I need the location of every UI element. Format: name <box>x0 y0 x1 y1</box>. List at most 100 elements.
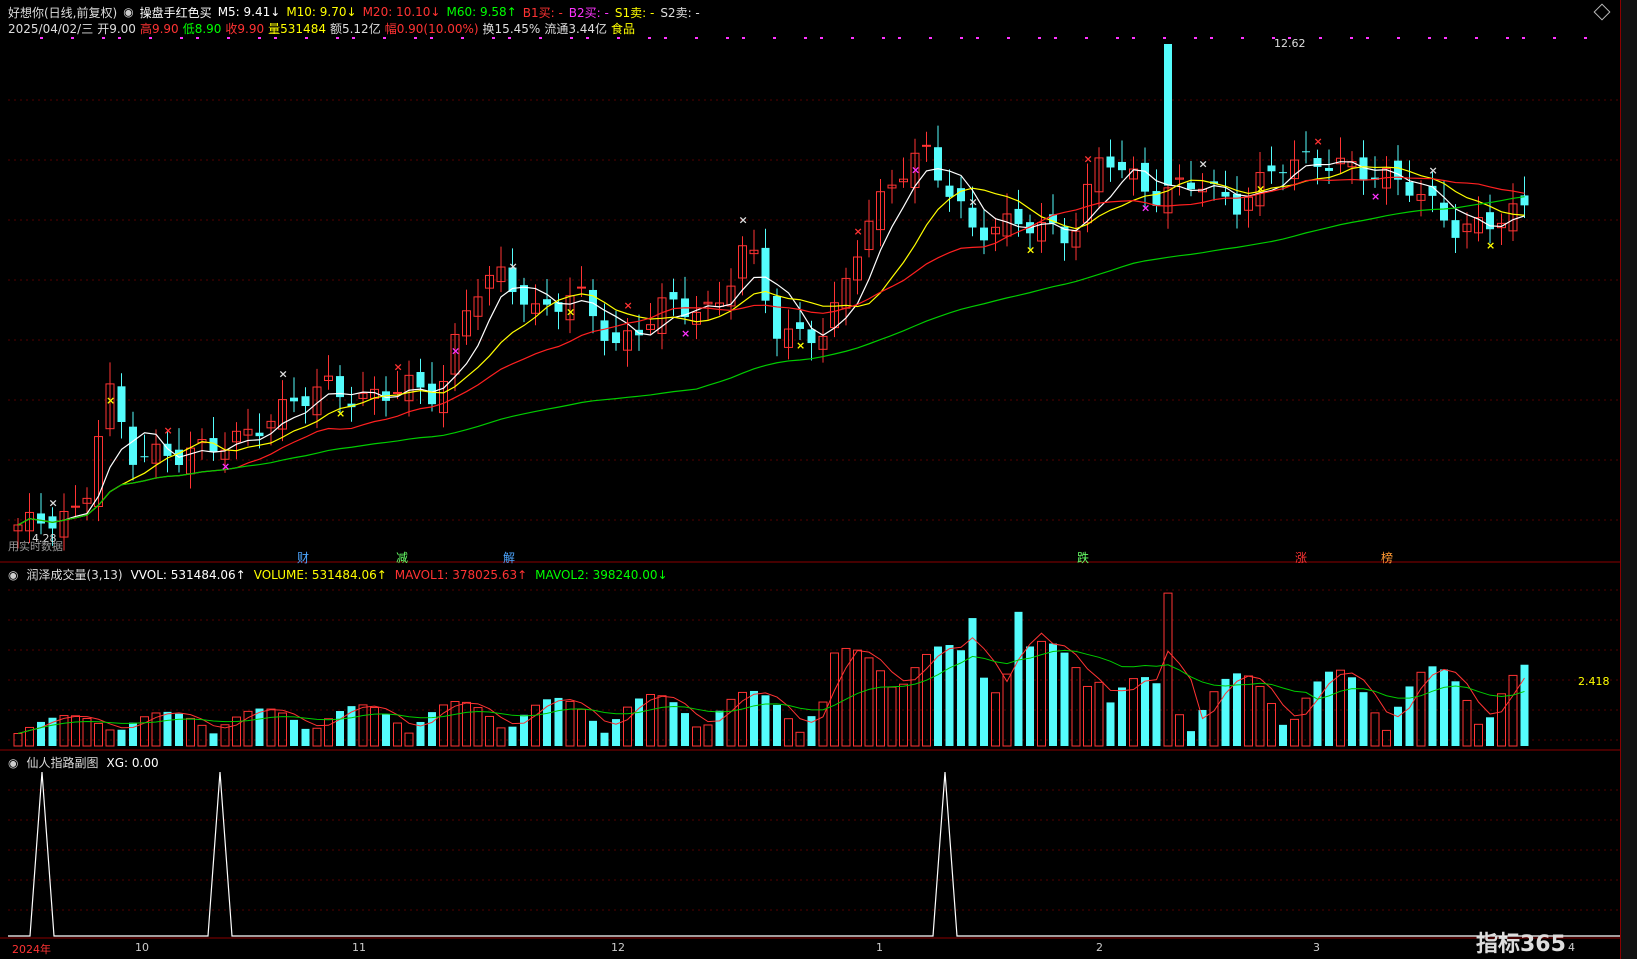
marker-bang[interactable]: 榜 <box>1381 549 1393 566</box>
volume-bar <box>1486 717 1494 746</box>
volume-bar <box>657 695 667 747</box>
signal-cross: × <box>1486 239 1495 252</box>
volume-bar <box>1279 724 1287 746</box>
volume-bar <box>750 690 758 746</box>
ma60-line <box>17 196 1525 526</box>
volume-bar <box>1474 723 1483 747</box>
signal-dot <box>352 37 355 39</box>
settings-icon[interactable]: ◉ <box>8 756 18 770</box>
volume-panel-title[interactable]: 润泽成交量(3,13) <box>26 566 122 583</box>
signal-dot <box>1506 37 1509 39</box>
signal-dot <box>461 37 464 39</box>
date-label-10: 10 <box>135 941 149 954</box>
signal-dot <box>1116 37 1119 39</box>
signal-dot <box>742 37 745 39</box>
volume-bar <box>991 692 1000 747</box>
signal-dot <box>1210 37 1213 39</box>
volume-bar <box>1520 664 1529 746</box>
signal-dot <box>1428 37 1431 39</box>
signal-dot <box>539 37 542 39</box>
signal-dot <box>1132 37 1135 39</box>
signal-dot <box>882 37 885 39</box>
volume-bar <box>1198 709 1207 746</box>
settings-icon[interactable]: ◉ <box>8 568 18 582</box>
xg-panel-title[interactable]: 仙人指路副图 <box>26 754 98 771</box>
signal-cross: × <box>1314 135 1323 148</box>
volume-bar <box>82 717 92 747</box>
marker-cai[interactable]: 财 <box>297 549 309 566</box>
volume-bar <box>565 700 575 747</box>
volume-bar <box>795 731 805 747</box>
signal-dot <box>149 37 152 39</box>
volume-bar <box>520 714 528 746</box>
volume-bar <box>393 722 402 747</box>
candle-body <box>1106 156 1115 168</box>
volume-bar <box>117 729 126 746</box>
volume-bar <box>554 697 563 746</box>
signal-dot <box>773 37 776 39</box>
volume-bar <box>1451 681 1460 746</box>
volume-bar <box>887 686 897 747</box>
signal-dot <box>196 37 199 39</box>
signal-cross: × <box>451 344 460 357</box>
signal-dot <box>508 37 511 39</box>
candle-body <box>922 144 931 147</box>
candle-body <box>140 456 149 458</box>
signal-dot <box>1475 37 1478 39</box>
volume-bar <box>59 715 69 747</box>
kline-chart[interactable]: × × × × × × × × × × × × × × × × × × × × × × × × × × <box>0 0 1620 959</box>
volume-bar <box>1508 674 1518 747</box>
signal-dot <box>1397 37 1400 39</box>
volume-bar <box>600 732 609 746</box>
candle-body <box>934 147 942 181</box>
signal-dot <box>960 37 963 39</box>
signal-cross: × <box>1199 157 1208 170</box>
volume-bar <box>681 713 689 746</box>
right-scrollbar[interactable] <box>1620 0 1637 959</box>
signal-dot <box>929 37 932 39</box>
volume-bar <box>934 646 942 746</box>
volume-bar <box>301 728 310 746</box>
marker-zhang[interactable]: 涨 <box>1295 549 1307 566</box>
date-label-3: 3 <box>1313 941 1320 954</box>
signal-dot <box>102 37 105 39</box>
candle-body <box>1267 165 1276 172</box>
marker-jian[interactable]: 减 <box>396 549 408 566</box>
high-price-label: 12.62 <box>1274 37 1306 50</box>
volume-bar <box>876 670 885 747</box>
signal-dot <box>851 37 854 39</box>
volume-bar <box>1209 691 1219 747</box>
volume-bar <box>669 702 678 746</box>
candle-body <box>669 292 678 300</box>
volume-bar <box>1497 693 1506 747</box>
volume-bar <box>1440 669 1448 746</box>
signal-dot <box>274 37 277 39</box>
ma5-line <box>17 161 1525 526</box>
signal-cross: × <box>854 225 863 238</box>
candle-body <box>301 396 310 407</box>
candle-body <box>807 329 816 344</box>
date-label-4: 4 <box>1568 941 1575 954</box>
signal-dot <box>492 37 495 39</box>
candle-body <box>1451 220 1460 238</box>
signal-cross: × <box>969 196 978 209</box>
volume-bar <box>692 726 701 747</box>
signal-dot <box>1194 37 1197 39</box>
signal-dot <box>804 37 807 39</box>
volume-bar <box>324 718 333 747</box>
signal-cross: × <box>106 394 115 407</box>
volume-bar <box>485 715 494 747</box>
ma20-line <box>17 176 1525 526</box>
volume-bar <box>37 721 45 746</box>
signal-cross: × <box>509 260 518 273</box>
candle-body <box>117 386 126 422</box>
signal-dot <box>1163 37 1166 39</box>
signal-cross: × <box>911 163 920 176</box>
candle-body <box>796 322 804 329</box>
volume-value: VOLUME: 531484.06↑ <box>253 567 387 582</box>
volume-value-label: 2.418 <box>1578 675 1610 688</box>
marker-die[interactable]: 跌 <box>1077 549 1089 566</box>
marker-jie[interactable]: 解 <box>503 549 515 566</box>
volume-bar <box>1255 685 1265 747</box>
volume-bar <box>1094 681 1104 747</box>
